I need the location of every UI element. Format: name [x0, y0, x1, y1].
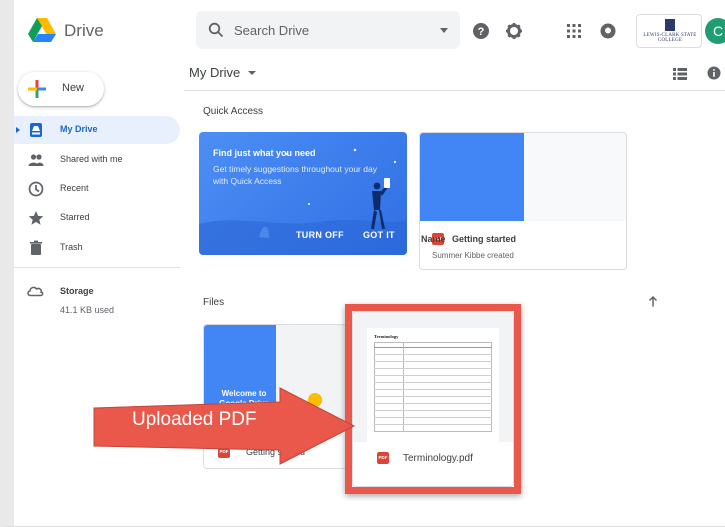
breadcrumb-menu-icon[interactable]	[248, 71, 256, 75]
promo-body: Get timely suggestions throughout your d…	[213, 164, 377, 186]
new-button-label: New	[62, 82, 85, 94]
expand-arrow-icon[interactable]	[16, 127, 20, 133]
thumbnail-blue-block	[420, 133, 524, 221]
sidebar-item-recent[interactable]: Recent	[14, 175, 180, 203]
help-icon[interactable]: ?	[472, 22, 490, 40]
sidebar-item-label: Recent	[60, 183, 89, 193]
star-icon	[28, 211, 44, 225]
college-seal-icon	[665, 19, 675, 31]
sidebar-divider	[14, 267, 180, 268]
gear-icon[interactable]	[505, 22, 523, 40]
top-header: Drive Search Drive ? LEWIS-CLARK STATE C…	[14, 0, 725, 62]
sidebar-item-label: Starred	[60, 212, 90, 222]
file-name: Getting started	[452, 234, 517, 244]
trash-icon	[30, 240, 42, 255]
app-title: Drive	[64, 21, 104, 40]
file-subtitle: Summer Kibbe created	[432, 251, 514, 260]
quick-access-card[interactable]: PDF Getting started Summer Kibbe created	[419, 132, 627, 270]
notifications-icon[interactable]	[599, 22, 617, 40]
sidebar-item-trash[interactable]: Trash	[14, 234, 180, 262]
organization-logo[interactable]: LEWIS-CLARK STATE COLLEGE	[636, 14, 702, 48]
my-drive-icon	[30, 123, 42, 137]
sidebar-item-shared-with-me[interactable]: Shared with me	[14, 146, 180, 174]
organization-name: LEWIS-CLARK STATE COLLEGE	[643, 33, 697, 43]
quick-access-title: Quick Access	[203, 106, 264, 117]
storage-used: 41.1 KB used	[60, 305, 115, 315]
sidebar-item-label: My Drive	[60, 124, 98, 134]
avatar[interactable]: C	[705, 18, 725, 44]
search-box[interactable]: Search Drive	[196, 11, 460, 49]
sort-by-name-button[interactable]: Name	[421, 234, 446, 244]
people-icon	[28, 154, 44, 166]
drive-logo-icon[interactable]	[28, 18, 56, 44]
turn-off-button[interactable]: TURN OFF	[296, 230, 344, 240]
got-it-button[interactable]: GOT IT	[363, 230, 395, 240]
list-view-icon[interactable]	[673, 68, 687, 80]
svg-text:?: ?	[478, 26, 485, 38]
sort-direction-icon[interactable]	[648, 295, 658, 307]
files-section-title: Files	[203, 297, 225, 308]
promo-title: Find just what you need	[213, 148, 316, 158]
quick-access-promo: Find just what you need Get timely sugge…	[199, 132, 407, 255]
file-thumbnail	[420, 133, 626, 221]
breadcrumb[interactable]: My Drive	[189, 65, 240, 80]
storage-label: Storage	[60, 286, 94, 296]
new-button[interactable]: New	[18, 72, 104, 106]
apps-grid-icon[interactable]	[565, 22, 583, 40]
search-options-icon[interactable]	[440, 28, 448, 33]
sidebar-item-label: Trash	[60, 242, 83, 252]
info-icon[interactable]	[707, 66, 721, 80]
sidebar-item-my-drive[interactable]: My Drive	[14, 116, 180, 144]
search-icon	[208, 22, 224, 38]
annotation-label: Uploaded PDF	[132, 409, 257, 430]
sidebar-item-label: Shared with me	[60, 154, 123, 164]
toolbar-divider	[184, 90, 725, 91]
sidebar-item-starred[interactable]: Starred	[14, 204, 180, 232]
annotation-highlight-box	[345, 304, 521, 494]
search-input[interactable]: Search Drive	[234, 23, 309, 38]
clock-icon	[28, 181, 44, 197]
cloud-icon	[27, 286, 44, 297]
plus-icon	[28, 80, 46, 98]
